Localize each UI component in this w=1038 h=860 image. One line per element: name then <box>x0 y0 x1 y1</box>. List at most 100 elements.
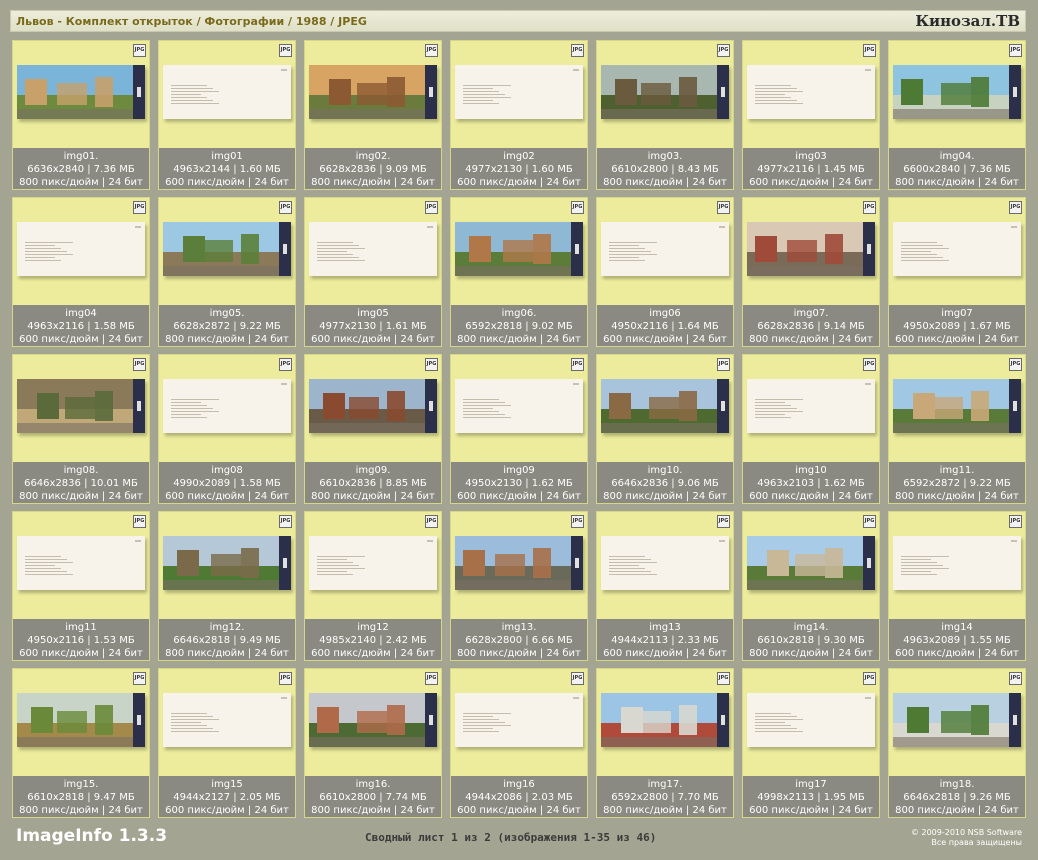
image-resolution-depth: 800 пикс/дюйм | 24 бит <box>895 491 1019 502</box>
thumbnail-image <box>747 65 875 119</box>
image-info: img08. 6646x2836 | 10.01 МБ 800 пикс/дюйм … <box>13 462 149 503</box>
image-filename: img11 <box>65 622 97 633</box>
thumbnail-cell[interactable]: JPG img02. 6628x2836 | 9.09 МБ 800 пикс/дюй… <box>304 40 442 190</box>
thumbnail-cell[interactable]: JPG img03 4977x2116 | 1.45 МБ 600 пикс/дюйм… <box>742 40 880 190</box>
image-resolution-depth: 800 пикс/дюйм | 24 бит <box>165 334 289 345</box>
jpg-file-icon: JPG <box>863 201 876 214</box>
thumbnail-cell[interactable]: JPG img07 4950x2089 | 1.67 МБ 600 пикс/дюйм… <box>888 197 1026 347</box>
image-info: img13. 6628x2800 | 6.66 МБ 800 пикс/дюйм |… <box>451 619 587 660</box>
image-dimensions-size: 4950x2116 | 1.53 МБ <box>27 635 135 646</box>
jpg-file-icon: JPG <box>425 201 438 214</box>
thumbnail-cell[interactable]: JPG img04. 6600x2840 | 7.36 МБ 800 пикс/дюй… <box>888 40 1026 190</box>
image-filename: img08. <box>63 465 99 476</box>
thumbnail-cell[interactable]: JPG img17 4998x2113 | 1.95 МБ 600 пикс/дюйм… <box>742 668 880 818</box>
image-info: img02. 6628x2836 | 9.09 МБ 800 пикс/дюйм |… <box>305 148 441 189</box>
thumbnail-image <box>893 693 1021 747</box>
thumbnail-cell[interactable]: JPG img05 4977x2130 | 1.61 МБ 600 пикс/дюйм… <box>304 197 442 347</box>
image-dimensions-size: 4990x2089 | 1.58 МБ <box>173 478 281 489</box>
image-filename: img18. <box>939 779 975 790</box>
thumbnail-grid: JPG img01. 6636x2840 | 7.36 МБ 800 пикс/дюй… <box>12 40 1026 818</box>
image-resolution-depth: 800 пикс/дюйм | 24 бит <box>311 491 435 502</box>
image-filename: img09. <box>355 465 391 476</box>
thumbnail-cell[interactable]: JPG img11 4950x2116 | 1.53 МБ 600 пикс/дюйм… <box>12 511 150 661</box>
thumbnail-cell[interactable]: JPG img14 4963x2089 | 1.55 МБ 600 пикс/дюйм… <box>888 511 1026 661</box>
thumbnail-image <box>747 693 875 747</box>
thumbnail-cell[interactable]: JPG img18. 6646x2818 | 9.26 МБ 800 пикс/дюй… <box>888 668 1026 818</box>
thumbnail-cell[interactable]: JPG img04 4963x2116 | 1.58 МБ 600 пикс/дюйм… <box>12 197 150 347</box>
image-resolution-depth: 800 пикс/дюйм | 24 бит <box>749 334 873 345</box>
thumbnail-cell[interactable]: JPG img12. 6646x2818 | 9.49 МБ 800 пикс/дюй… <box>158 511 296 661</box>
image-dimensions-size: 4950x2130 | 1.62 МБ <box>465 478 573 489</box>
image-resolution-depth: 600 пикс/дюйм | 24 бит <box>457 177 581 188</box>
thumbnail-cell[interactable]: JPG img06. 6592x2818 | 9.02 МБ 800 пикс/дюй… <box>450 197 588 347</box>
thumbnail-cell[interactable]: JPG img11. 6592x2872 | 9.22 МБ 800 пикс/дюй… <box>888 354 1026 504</box>
jpg-file-icon: JPG <box>1009 358 1022 371</box>
thumbnail-cell[interactable]: JPG img01 4963x2144 | 1.60 МБ 600 пикс/дюйм… <box>158 40 296 190</box>
image-filename: img16. <box>355 779 391 790</box>
thumbnail-cell[interactable]: JPG img16 4944x2086 | 2.03 МБ 600 пикс/дюйм… <box>450 668 588 818</box>
brand-logo-text: Кинозал.ТВ <box>915 12 1020 30</box>
thumbnail-cell[interactable]: JPG img14. 6610x2818 | 9.30 МБ 800 пикс/дюй… <box>742 511 880 661</box>
thumbnail-cell[interactable]: JPG img08 4990x2089 | 1.58 МБ 600 пикс/дюйм… <box>158 354 296 504</box>
image-dimensions-size: 4944x2113 | 2.33 МБ <box>611 635 719 646</box>
jpg-file-icon: JPG <box>425 672 438 685</box>
jpg-file-icon: JPG <box>571 358 584 371</box>
image-filename: img15. <box>63 779 99 790</box>
image-dimensions-size: 6592x2800 | 7.70 МБ <box>611 792 719 803</box>
image-filename: img07 <box>941 308 973 319</box>
thumbnail-image <box>893 536 1021 590</box>
thumbnail-cell[interactable]: JPG img15 4944x2127 | 2.05 МБ 600 пикс/дюйм… <box>158 668 296 818</box>
app-name: ImageInfo 1.3.3 <box>16 826 168 846</box>
thumbnail-cell[interactable]: JPG img12 4985x2140 | 2.42 МБ 600 пикс/дюйм… <box>304 511 442 661</box>
image-dimensions-size: 4977x2130 | 1.61 МБ <box>319 321 427 332</box>
thumbnail-cell[interactable]: JPG img02 4977x2130 | 1.60 МБ 600 пикс/дюйм… <box>450 40 588 190</box>
jpg-file-icon: JPG <box>717 201 730 214</box>
copyright: © 2009-2010 NSB Software Все права защищ… <box>911 828 1022 848</box>
thumbnail-cell[interactable]: JPG img17. 6592x2800 | 7.70 МБ 800 пикс/дюй… <box>596 668 734 818</box>
thumbnail-image <box>601 65 729 119</box>
image-filename: img08 <box>211 465 243 476</box>
image-info: img17. 6592x2800 | 7.70 МБ 800 пикс/дюйм |… <box>597 776 733 817</box>
jpg-file-icon: JPG <box>425 515 438 528</box>
image-resolution-depth: 600 пикс/дюйм | 24 бит <box>19 648 143 659</box>
image-resolution-depth: 600 пикс/дюйм | 24 бит <box>895 648 1019 659</box>
thumbnail-cell[interactable]: JPG img09 4950x2130 | 1.62 МБ 600 пикс/дюйм… <box>450 354 588 504</box>
image-resolution-depth: 600 пикс/дюйм | 24 бит <box>165 177 289 188</box>
jpg-file-icon: JPG <box>1009 672 1022 685</box>
image-filename: img14 <box>941 622 973 633</box>
thumbnail-image <box>17 536 145 590</box>
thumbnail-cell[interactable]: JPG img13. 6628x2800 | 6.66 МБ 800 пикс/дюй… <box>450 511 588 661</box>
image-info: img10 4963x2103 | 1.62 МБ 600 пикс/дюйм | … <box>743 462 879 503</box>
image-dimensions-size: 6600x2840 | 7.36 МБ <box>903 164 1011 175</box>
thumbnail-cell[interactable]: JPG img03. 6610x2800 | 8.43 МБ 800 пикс/дюй… <box>596 40 734 190</box>
thumbnail-cell[interactable]: JPG img10. 6646x2836 | 9.06 МБ 800 пикс/дюй… <box>596 354 734 504</box>
thumbnail-cell[interactable]: JPG img07. 6628x2836 | 9.14 МБ 800 пикс/дюй… <box>742 197 880 347</box>
image-resolution-depth: 600 пикс/дюйм | 24 бит <box>749 491 873 502</box>
thumbnail-image <box>747 222 875 276</box>
image-resolution-depth: 600 пикс/дюйм | 24 бит <box>603 334 727 345</box>
thumbnail-image <box>163 536 291 590</box>
thumbnail-cell[interactable]: JPG img16. 6610x2800 | 7.74 МБ 800 пикс/дюй… <box>304 668 442 818</box>
image-info: img11. 6592x2872 | 9.22 МБ 800 пикс/дюйм |… <box>889 462 1025 503</box>
thumbnail-cell[interactable]: JPG img08. 6646x2836 | 10.01 МБ 800 пикс/дю… <box>12 354 150 504</box>
thumbnail-image <box>747 536 875 590</box>
image-resolution-depth: 800 пикс/дюйм | 24 бит <box>603 491 727 502</box>
image-filename: img06 <box>649 308 681 319</box>
image-resolution-depth: 800 пикс/дюйм | 24 бит <box>19 491 143 502</box>
image-resolution-depth: 600 пикс/дюйм | 24 бит <box>457 805 581 816</box>
image-resolution-depth: 800 пикс/дюйм | 24 бит <box>457 648 581 659</box>
image-info: img06 4950x2116 | 1.64 МБ 600 пикс/дюйм | … <box>597 305 733 346</box>
thumbnail-cell[interactable]: JPG img09. 6610x2836 | 8.85 МБ 800 пикс/дюй… <box>304 354 442 504</box>
image-filename: img09 <box>503 465 535 476</box>
image-dimensions-size: 6610x2800 | 7.74 МБ <box>319 792 427 803</box>
thumbnail-cell[interactable]: JPG img13 4944x2113 | 2.33 МБ 600 пикс/дюйм… <box>596 511 734 661</box>
thumbnail-cell[interactable]: JPG img10 4963x2103 | 1.62 МБ 600 пикс/дюйм… <box>742 354 880 504</box>
thumbnail-image <box>309 693 437 747</box>
thumbnail-cell[interactable]: JPG img05. 6628x2872 | 9.22 МБ 800 пикс/дюй… <box>158 197 296 347</box>
jpg-file-icon: JPG <box>863 515 876 528</box>
thumbnail-cell[interactable]: JPG img15. 6610x2818 | 9.47 МБ 800 пикс/дюй… <box>12 668 150 818</box>
thumbnail-cell[interactable]: JPG img06 4950x2116 | 1.64 МБ 600 пикс/дюйм… <box>596 197 734 347</box>
thumbnail-cell[interactable]: JPG img01. 6636x2840 | 7.36 МБ 800 пикс/дюй… <box>12 40 150 190</box>
jpg-file-icon: JPG <box>717 515 730 528</box>
image-dimensions-size: 6610x2836 | 8.85 МБ <box>319 478 427 489</box>
